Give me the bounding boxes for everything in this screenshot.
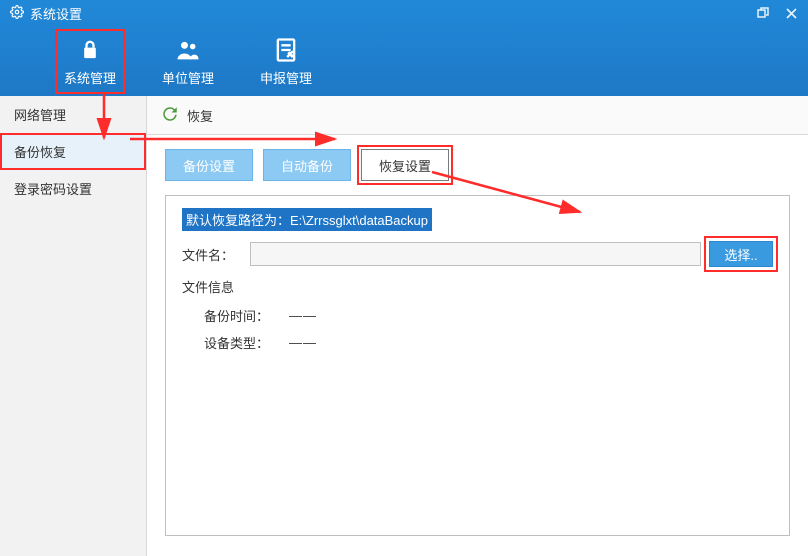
system-manage-icon: [76, 36, 104, 64]
file-info-title: 文件信息: [182, 277, 773, 296]
filename-row: 文件名： 选择..: [182, 241, 773, 267]
sidebar-item-password[interactable]: 登录密码设置: [0, 170, 146, 207]
sidebar-item-network[interactable]: 网络管理: [0, 96, 146, 133]
toolbar-item-label: 单位管理: [162, 68, 214, 87]
toolbar-item-report-manage[interactable]: 申报管理: [252, 30, 320, 93]
toolbar-item-unit-manage[interactable]: 单位管理: [154, 30, 222, 93]
device-type-label: 设备类型：: [204, 333, 269, 352]
backup-time-row: 备份时间： ——: [204, 306, 773, 325]
titlebar: 系统设置: [0, 0, 808, 26]
content-header: 恢复: [147, 96, 808, 135]
titlebar-controls: [756, 6, 798, 20]
gear-icon: [10, 5, 24, 22]
close-icon[interactable]: [784, 6, 798, 20]
toolbar-item-label: 系统管理: [64, 68, 116, 87]
report-manage-icon: [272, 36, 300, 64]
content-body: 备份设置自动备份恢复设置 默认恢复路径为：E:\Zrrssglxt\dataBa…: [147, 135, 808, 556]
panel: 默认恢复路径为：E:\Zrrssglxt\dataBackup 文件名： 选择.…: [165, 195, 790, 536]
choose-button[interactable]: 选择..: [709, 241, 773, 267]
body: 网络管理备份恢复登录密码设置 恢复 备份设置自动备份恢复设置 默认恢复路径为：E…: [0, 96, 808, 556]
titlebar-left: 系统设置: [10, 4, 82, 23]
header: 系统设置 系统管理 单位管理 申报管理: [0, 0, 808, 96]
device-type-row: 设备类型： ——: [204, 333, 773, 352]
device-type-value: ——: [283, 335, 323, 350]
filename-input[interactable]: [250, 242, 701, 266]
tabs: 备份设置自动备份恢复设置: [165, 149, 790, 181]
sidebar-item-backup-restore[interactable]: 备份恢复: [0, 133, 146, 170]
toolbar: 系统管理 单位管理 申报管理: [0, 26, 808, 96]
default-path: 默认恢复路径为：E:\Zrrssglxt\dataBackup: [182, 208, 432, 231]
window: { "title": "系统设置", "toolbar": [ {"key":"…: [0, 0, 808, 556]
tab-restore-settings[interactable]: 恢复设置: [361, 149, 449, 181]
content-title: 恢复: [187, 106, 213, 125]
unit-manage-icon: [174, 36, 202, 64]
restore-window-icon[interactable]: [756, 6, 770, 20]
toolbar-item-label: 申报管理: [260, 68, 312, 87]
tab-auto-backup[interactable]: 自动备份: [263, 149, 351, 181]
backup-time-value: ——: [283, 308, 323, 323]
toolbar-item-system-manage[interactable]: 系统管理: [56, 30, 124, 93]
tab-backup-settings[interactable]: 备份设置: [165, 149, 253, 181]
backup-time-label: 备份时间：: [204, 306, 269, 325]
sidebar: 网络管理备份恢复登录密码设置: [0, 96, 147, 556]
filename-label: 文件名：: [182, 245, 242, 264]
window-title: 系统设置: [30, 4, 82, 23]
content: 恢复 备份设置自动备份恢复设置 默认恢复路径为：E:\Zrrssglxt\dat…: [147, 96, 808, 556]
restore-icon: [161, 105, 179, 126]
